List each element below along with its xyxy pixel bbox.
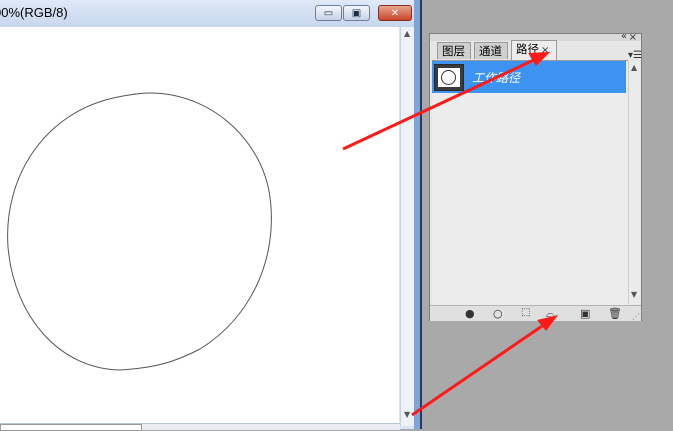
vertical-scrollbar[interactable]: ▲ ▼ [400, 27, 415, 426]
minimize-button[interactable]: ▭ [315, 5, 342, 21]
load-selection-icon[interactable]: ⬚ [521, 307, 530, 318]
panel-tabs: 图层 通道 路径 × [433, 40, 638, 60]
document-titlebar[interactable]: 00%(RGB/8) ▭ ▣ ✕ [0, 0, 420, 27]
status-box [0, 424, 142, 431]
scroll-up-icon[interactable]: ▲ [631, 63, 637, 72]
paths-list: 工作路径 [432, 60, 628, 305]
scroll-down-icon[interactable]: ▼ [631, 290, 637, 299]
document-canvas[interactable] [0, 27, 399, 426]
document-title: 00%(RGB/8) [0, 5, 68, 20]
scroll-up-icon[interactable]: ▲ [404, 29, 410, 38]
close-button[interactable]: ✕ [378, 5, 412, 21]
tab-label: 路径 [516, 42, 539, 56]
tab-paths[interactable]: 路径 × [511, 40, 557, 60]
make-work-path-icon[interactable]: ⌓ [546, 307, 555, 321]
fill-path-icon[interactable]: ● [465, 307, 475, 320]
delete-path-icon[interactable]: 🗑 [608, 307, 622, 320]
paths-panel: « × 图层 通道 路径 × ▾☰ 工作路径 ▲ ▼ ● ○ ⬚ ⌓ ▣ 🗑 ⋰ [429, 31, 642, 321]
window-divider [420, 0, 422, 429]
resize-grip-icon[interactable]: ⋰ [632, 312, 640, 321]
new-path-icon[interactable]: ▣ [580, 307, 590, 320]
stroke-path-icon[interactable]: ○ [493, 307, 503, 320]
panel-scrollbar[interactable]: ▲ ▼ [628, 61, 640, 304]
tab-layers[interactable]: 图层 [437, 42, 471, 59]
circle-path [7, 92, 272, 371]
maximize-button[interactable]: ▣ [343, 5, 370, 21]
close-icon: ✕ [390, 7, 400, 19]
tab-channels[interactable]: 通道 [474, 42, 508, 59]
minimize-icon: ▭ [323, 7, 334, 19]
panel-bottom-bar: ● ○ ⬚ ⌓ ▣ 🗑 ⋰ [430, 305, 641, 321]
list-item[interactable]: 工作路径 [432, 61, 626, 93]
document-window: 00%(RGB/8) ▭ ▣ ✕ ▲ ▼ [0, 0, 421, 431]
panel-menu-icon[interactable]: ▾☰ [628, 50, 642, 61]
tab-close-icon[interactable]: × [541, 45, 549, 56]
tab-label: 通道 [479, 44, 502, 58]
path-thumbnail [434, 64, 464, 91]
arrow-to-work-path-button [411, 320, 549, 417]
tab-label: 图层 [442, 44, 465, 58]
scroll-down-icon[interactable]: ▼ [404, 410, 410, 419]
maximize-icon: ▣ [351, 7, 362, 19]
path-name[interactable]: 工作路径 [472, 69, 520, 86]
